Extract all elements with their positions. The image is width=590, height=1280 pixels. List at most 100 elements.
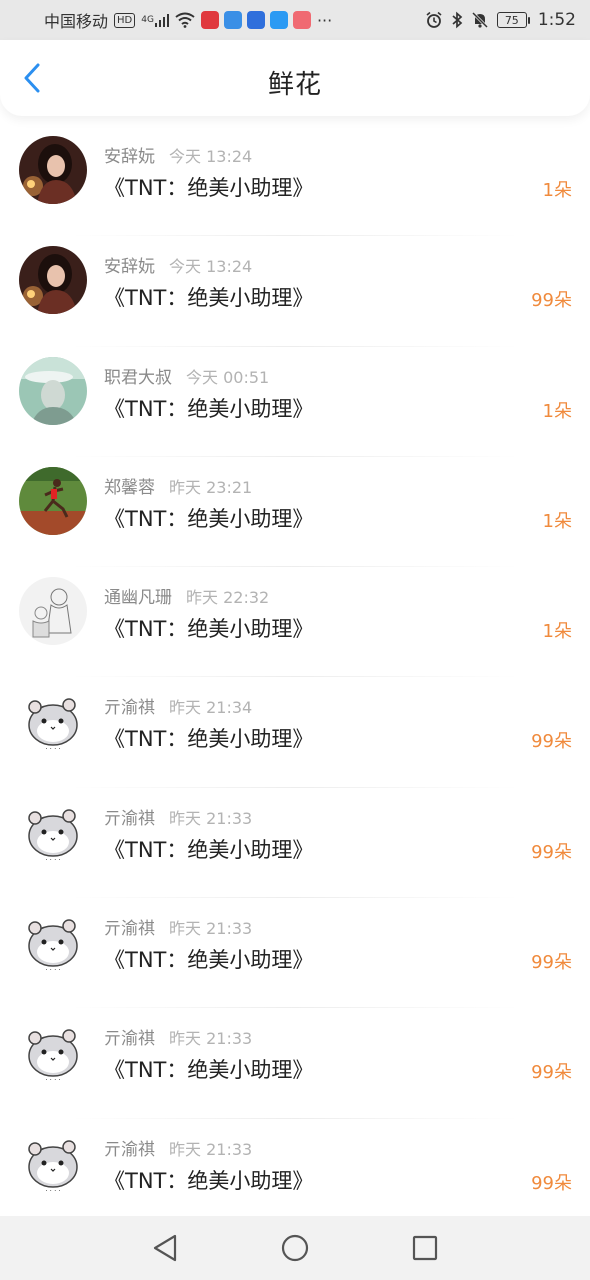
timestamp: 昨天 22:32 xyxy=(186,588,270,608)
page-header: 鲜花 xyxy=(0,40,590,116)
svg-text:· · · ·: · · · · xyxy=(45,1187,61,1195)
system-nav-bar xyxy=(0,1216,590,1280)
svg-text:· · · ·: · · · · xyxy=(45,856,61,864)
list-item[interactable]: · · · · 亓渝祺 昨天 21:33 《TNT：绝美小助理》 99朵 xyxy=(0,1119,590,1216)
avatar[interactable]: · · · · xyxy=(19,797,87,866)
clock: 1:52 xyxy=(537,10,576,30)
signal-icon: 4G xyxy=(141,13,169,27)
list-item[interactable]: 职君大叔 今天 00:51 《TNT：绝美小助理》 1朵 xyxy=(0,347,590,458)
bulb-app-icon xyxy=(246,11,265,29)
avatar[interactable] xyxy=(19,577,87,646)
sender-name-text: 亓渝祺 xyxy=(104,1029,155,1050)
timestamp: 今天 13:24 xyxy=(169,257,253,277)
avatar[interactable]: · · · · xyxy=(19,1018,87,1087)
status-right: 75 1:52 xyxy=(425,10,576,30)
bluetooth-icon xyxy=(451,11,463,29)
timestamp: 昨天 21:33 xyxy=(169,808,253,828)
book-title: 《TNT：绝美小助理》 xyxy=(104,1058,314,1083)
book-title: 《TNT：绝美小助理》 xyxy=(104,396,314,421)
sender-name-text: 安辞妧 xyxy=(104,257,155,278)
list-item[interactable]: · · · · 亓渝祺 昨天 21:33 《TNT：绝美小助理》 99朵 xyxy=(0,1008,590,1119)
pink-app-icon xyxy=(292,11,311,29)
sender-name: 亓渝祺 昨天 21:33 xyxy=(104,914,252,939)
sender-name: 亓渝祺 昨天 21:33 xyxy=(104,1135,252,1160)
list-item[interactable]: 安辞妧 今天 13:24 《TNT：绝美小助理》 99朵 xyxy=(0,236,590,347)
hd-badge: HD xyxy=(114,12,136,28)
network-label: 4G xyxy=(141,15,154,25)
avatar[interactable]: · · · · xyxy=(19,687,87,756)
list-item[interactable]: 郑馨蓉 昨天 23:21 《TNT：绝美小助理》 1朵 xyxy=(0,457,590,568)
sender-name: 郑馨蓉 昨天 23:21 xyxy=(104,473,252,498)
avatar[interactable] xyxy=(19,356,87,425)
list-item[interactable]: · · · · 亓渝祺 昨天 21:33 《TNT：绝美小助理》 99朵 xyxy=(0,898,590,1009)
flower-count: 99朵 xyxy=(531,290,572,312)
flower-count: 99朵 xyxy=(531,1062,572,1084)
timestamp: 昨天 23:21 xyxy=(169,477,253,497)
avatar[interactable]: · · · · xyxy=(19,908,87,977)
sender-name-text: 亓渝祺 xyxy=(104,698,155,719)
flower-gift-list: 安辞妧 今天 13:24 《TNT：绝美小助理》 1朵 安辞妧 今天 13:24 《TNT：… xyxy=(0,126,590,1216)
book-title: 《TNT：绝美小助理》 xyxy=(104,617,314,642)
list-item[interactable]: 通幽凡珊 昨天 22:32 《TNT：绝美小助理》 1朵 xyxy=(0,567,590,678)
search-app-icon xyxy=(269,11,288,29)
circle-home-icon xyxy=(281,1234,309,1262)
flower-count: 99朵 xyxy=(531,841,572,863)
triangle-back-icon xyxy=(153,1234,177,1262)
avatar[interactable]: · · · · xyxy=(19,1128,87,1197)
sender-name-text: 职君大叔 xyxy=(104,367,172,388)
avatar[interactable] xyxy=(19,246,87,315)
red-app-icon xyxy=(200,11,219,29)
sender-name-text: 通幽凡珊 xyxy=(104,588,172,609)
blue-app-icon xyxy=(223,11,242,29)
svg-text:· · · ·: · · · · xyxy=(45,966,61,974)
list-item[interactable]: 安辞妧 今天 13:24 《TNT：绝美小助理》 1朵 xyxy=(0,126,590,237)
sender-name-text: 郑馨蓉 xyxy=(104,477,155,498)
timestamp: 昨天 21:33 xyxy=(169,1029,253,1049)
more-notifications-icon: ··· xyxy=(316,10,333,30)
sender-name-text: 亓渝祺 xyxy=(104,808,155,829)
sender-name-text: 亓渝祺 xyxy=(104,1139,155,1160)
svg-text:· · · ·: · · · · xyxy=(45,745,61,753)
flower-count: 1朵 xyxy=(542,180,572,201)
sender-name-text: 亓渝祺 xyxy=(104,919,155,940)
timestamp: 昨天 21:33 xyxy=(169,919,253,939)
status-left: 中国移动 HD 4G ··· xyxy=(44,8,332,32)
sender-name: 通幽凡珊 昨天 22:32 xyxy=(104,583,269,608)
nav-home-button[interactable] xyxy=(273,1226,317,1270)
book-title: 《TNT：绝美小助理》 xyxy=(104,948,314,973)
book-title: 《TNT：绝美小助理》 xyxy=(104,837,314,862)
nav-back-button[interactable] xyxy=(143,1226,187,1270)
book-title: 《TNT：绝美小助理》 xyxy=(104,727,314,752)
book-title: 《TNT：绝美小助理》 xyxy=(104,1168,314,1193)
flower-count: 99朵 xyxy=(531,731,572,753)
page-title: 鲜花 xyxy=(267,70,322,100)
flower-count: 1朵 xyxy=(542,621,572,643)
sender-name: 亓渝祺 昨天 21:34 xyxy=(104,693,252,718)
timestamp: 今天 00:51 xyxy=(186,367,270,387)
square-recents-icon xyxy=(412,1235,438,1261)
mute-bell-icon xyxy=(471,11,489,29)
avatar[interactable] xyxy=(19,466,87,535)
book-title: 《TNT：绝美小助理》 xyxy=(104,286,314,311)
carrier-label: 中国移动 xyxy=(44,12,109,31)
sender-name-text: 安辞妧 xyxy=(104,147,155,167)
flower-count: 1朵 xyxy=(542,510,572,532)
battery-icon: 75 xyxy=(496,12,530,28)
svg-text:· · · ·: · · · · xyxy=(45,1076,61,1084)
flower-count: 1朵 xyxy=(542,400,572,422)
sender-name: 职君大叔 今天 00:51 xyxy=(104,363,269,388)
battery-level: 75 xyxy=(496,12,527,28)
avatar[interactable] xyxy=(19,136,87,204)
book-title: 《TNT：绝美小助理》 xyxy=(104,506,314,531)
timestamp: 昨天 21:34 xyxy=(169,698,253,718)
timestamp: 昨天 21:33 xyxy=(169,1139,253,1159)
status-bar: 中国移动 HD 4G ··· 75 1:52 xyxy=(0,0,590,40)
list-item[interactable]: · · · · 亓渝祺 昨天 21:34 《TNT：绝美小助理》 99朵 xyxy=(0,677,590,789)
sender-name: 亓渝祺 昨天 21:33 xyxy=(104,804,252,829)
nav-recents-button[interactable] xyxy=(403,1226,447,1270)
wifi-icon xyxy=(175,12,195,28)
sender-name: 安辞妧 今天 13:24 xyxy=(104,252,252,277)
list-item[interactable]: · · · · 亓渝祺 昨天 21:33 《TNT：绝美小助理》 99朵 xyxy=(0,788,590,899)
flower-count: 99朵 xyxy=(531,952,572,974)
book-title: 《TNT：绝美小助理》 xyxy=(104,176,314,200)
